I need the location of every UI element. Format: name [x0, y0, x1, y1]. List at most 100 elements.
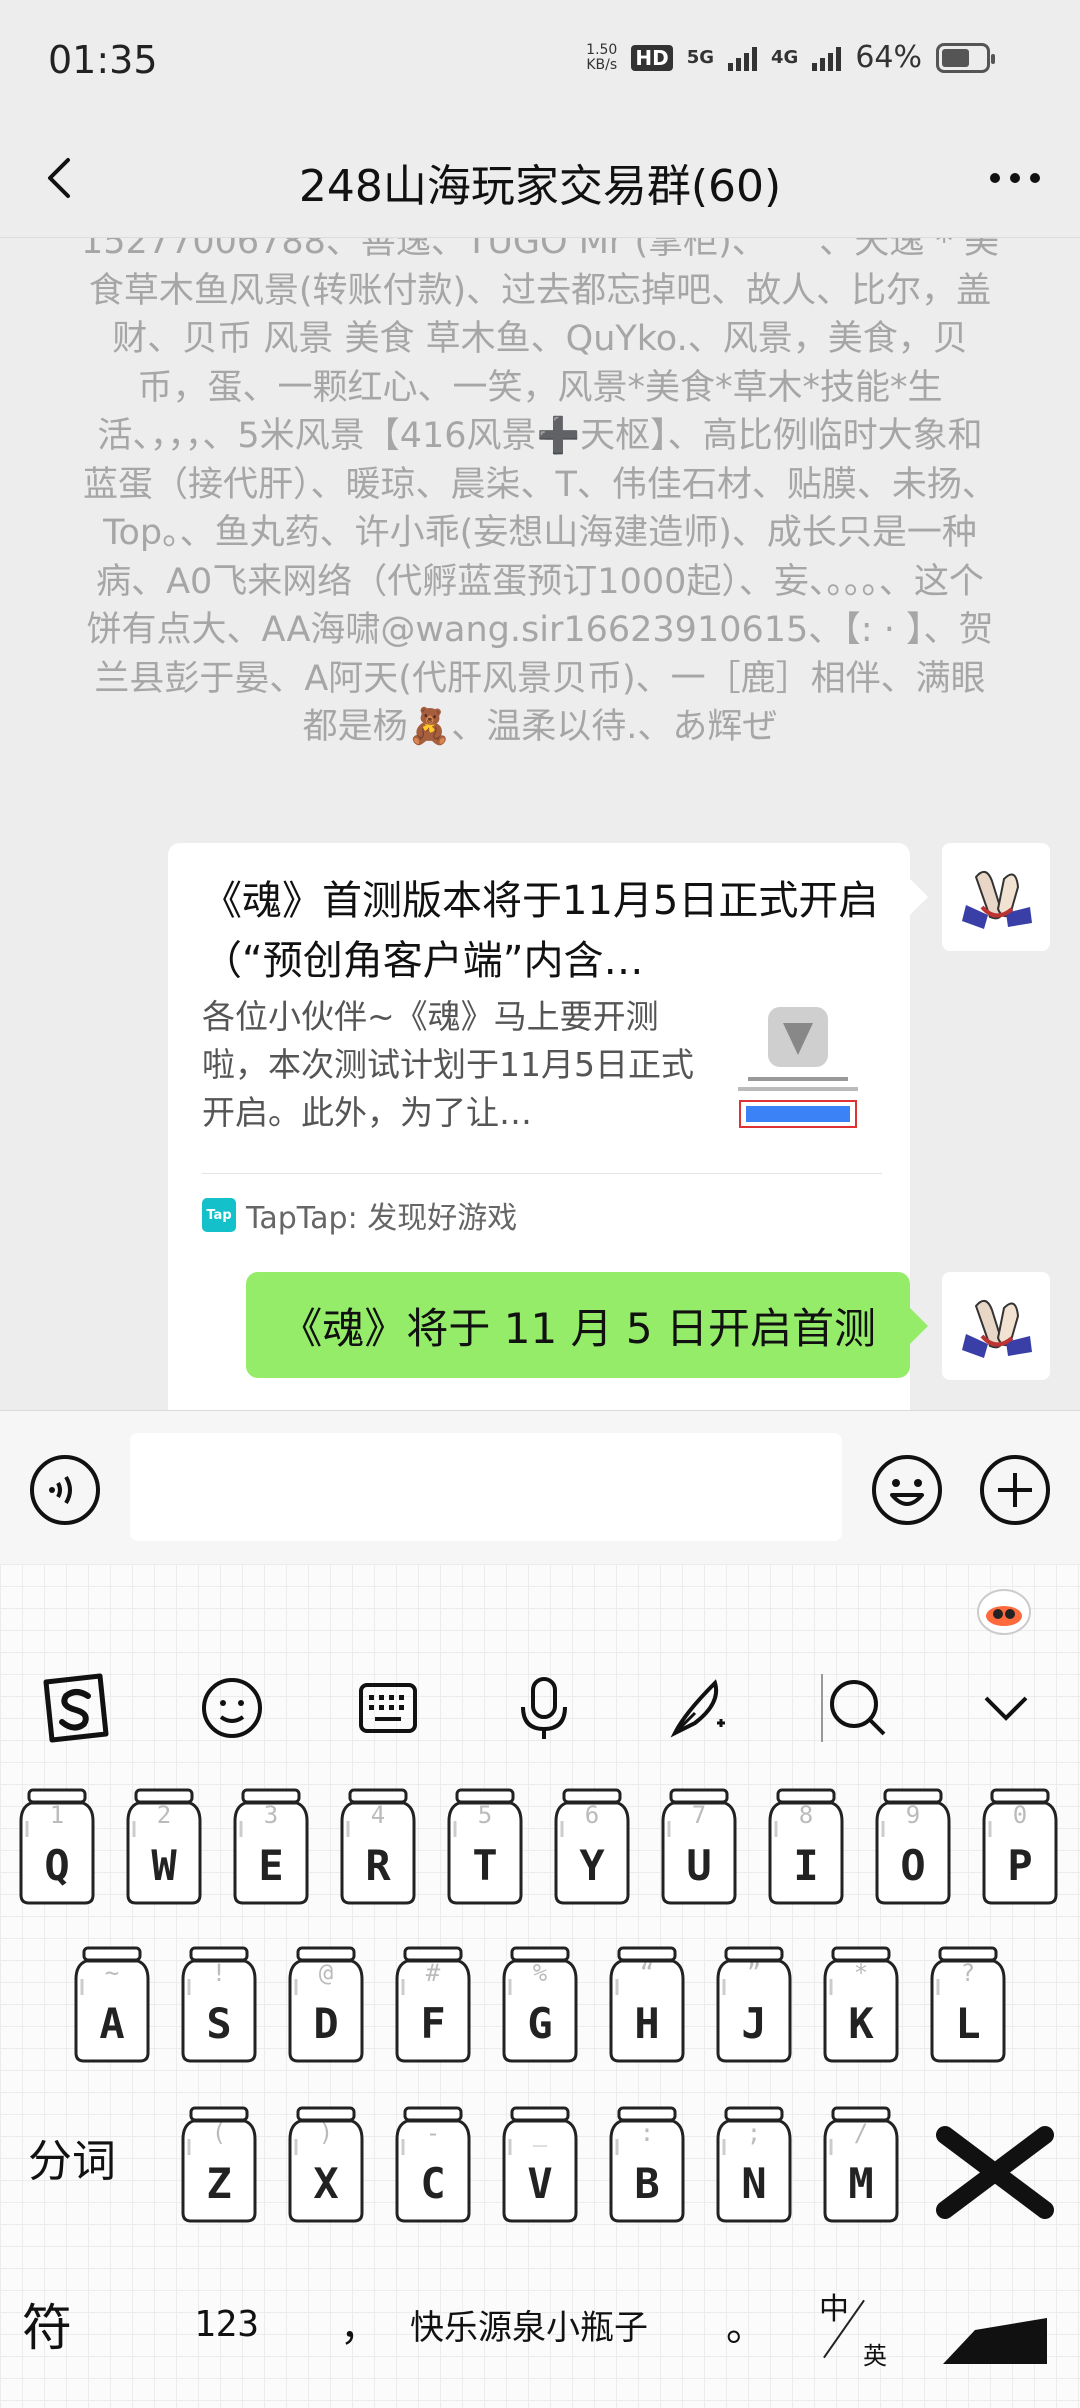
- search-icon[interactable]: [810, 1668, 890, 1748]
- speed-value: 1.50: [586, 41, 618, 58]
- voice-icon[interactable]: [28, 1453, 102, 1527]
- key-label: P: [1007, 1841, 1033, 1890]
- key-p[interactable]: 0P: [980, 1787, 1060, 1907]
- key-label: H: [634, 1999, 660, 2048]
- key-label: W: [151, 1841, 177, 1890]
- sogou-logo-icon[interactable]: [36, 1668, 116, 1748]
- key-secondary-label: *: [853, 1959, 869, 1987]
- key-label: Q: [44, 1841, 70, 1890]
- key-j[interactable]: ” J: [714, 1945, 794, 2065]
- network-speed: 1.50 KB/s: [586, 41, 618, 73]
- key-z[interactable]: (Z: [179, 2105, 259, 2225]
- key-label: G: [527, 1999, 553, 2048]
- key-label: D: [313, 1999, 339, 2048]
- segment-key[interactable]: 分词: [28, 2125, 116, 2189]
- key-o[interactable]: 9O: [873, 1787, 953, 1907]
- key-label: B: [634, 2159, 660, 2208]
- key-m[interactable]: / M: [821, 2105, 901, 2225]
- key-v[interactable]: _ V: [500, 2105, 580, 2225]
- more-dots-icon[interactable]: [980, 148, 1050, 208]
- key-q[interactable]: 1Q: [17, 1787, 97, 1907]
- avatar[interactable]: [942, 843, 1050, 951]
- emoji-icon[interactable]: [192, 1668, 272, 1748]
- key-label: V: [527, 2159, 553, 2208]
- key-label: M: [848, 2159, 874, 2208]
- enter-key-icon[interactable]: [935, 2310, 1055, 2370]
- key-label: E: [258, 1841, 284, 1890]
- keyboard-toolbar: [0, 1624, 1080, 1784]
- key-label: N: [741, 2159, 767, 2208]
- key-label: S: [206, 1999, 232, 2048]
- chat-area[interactable]: 15277006788、善逸、TUGO Mr (掌柜)、 、天逸 * 美食草木鱼…: [0, 238, 1080, 1410]
- key-secondary-label: @: [318, 1959, 334, 1987]
- clock: 01:35: [48, 38, 158, 82]
- key-d[interactable]: @ D: [286, 1945, 366, 2065]
- plus-icon[interactable]: [978, 1453, 1052, 1527]
- lang-zh: 中: [819, 2292, 849, 2327]
- number-key[interactable]: 123: [194, 2304, 259, 2345]
- key-y[interactable]: 6Y: [552, 1787, 632, 1907]
- collapse-chevron-icon[interactable]: [966, 1668, 1046, 1748]
- card-source-label: TapTap: 发现好游戏: [246, 1201, 518, 1236]
- key-f[interactable]: # F: [393, 1945, 473, 2065]
- key-w[interactable]: 2W: [124, 1787, 204, 1907]
- key-label: I: [793, 1841, 819, 1890]
- key-a[interactable]: ~ A: [72, 1945, 152, 2065]
- signal-icon-2: [812, 45, 842, 71]
- space-key[interactable]: 快乐源泉小瓶子: [410, 2300, 648, 2349]
- key-secondary-label: ”: [746, 1959, 762, 1987]
- key-secondary-label: ;: [746, 2119, 762, 2147]
- key-secondary-label: 8: [798, 1801, 814, 1829]
- key-l[interactable]: ? L: [928, 1945, 1008, 2065]
- period-key[interactable]: 。: [726, 2294, 766, 2352]
- key-k[interactable]: * K: [821, 1945, 901, 2065]
- key-secondary-label: _: [532, 2119, 548, 2147]
- key-n[interactable]: ; N: [714, 2105, 794, 2225]
- avatar[interactable]: [942, 1272, 1050, 1380]
- key-secondary-label: 5: [477, 1801, 493, 1829]
- key-label: J: [741, 1999, 767, 2048]
- key-e[interactable]: 3E: [231, 1787, 311, 1907]
- key-x[interactable]: ) X: [286, 2105, 366, 2225]
- key-t[interactable]: 5T: [445, 1787, 525, 1907]
- key-h[interactable]: “H: [607, 1945, 687, 2065]
- handwriting-icon[interactable]: [660, 1668, 740, 1748]
- key-b[interactable]: :B: [607, 2105, 687, 2225]
- card-thumbnail: [728, 1003, 868, 1143]
- symbol-key[interactable]: 符: [22, 2288, 72, 2360]
- key-label: Y: [579, 1841, 605, 1890]
- comma-key[interactable]: ，: [340, 2294, 380, 2352]
- taptap-logo-icon: Tap: [202, 1198, 236, 1232]
- sent-message-bubble[interactable]: 《魂》将于 11 月 5 日开启首测: [246, 1272, 928, 1378]
- battery-percent: 64%: [855, 40, 922, 75]
- speed-unit: KB/s: [586, 56, 618, 73]
- key-secondary-label: #: [425, 1959, 441, 1987]
- delete-key-icon[interactable]: [935, 2125, 1055, 2220]
- signal-icon: [728, 45, 757, 71]
- key-secondary-label: :: [639, 2119, 655, 2147]
- key-secondary-label: -: [425, 2119, 441, 2147]
- key-g[interactable]: % G: [500, 1945, 580, 2065]
- network-4g: 4G: [771, 47, 799, 68]
- emoji-icon[interactable]: [870, 1453, 944, 1527]
- language-switch-key[interactable]: 中 英: [815, 2284, 895, 2374]
- key-secondary-label: %: [532, 1959, 548, 1987]
- keyboard-icon[interactable]: [348, 1668, 428, 1748]
- key-secondary-label: 3: [263, 1801, 279, 1829]
- key-u[interactable]: 7U: [659, 1787, 739, 1907]
- microphone-icon[interactable]: [504, 1668, 584, 1748]
- card-description: 各位小伙伴~《魂》马上要开测啦，本次测试计划于11月5日正式开启。此外，为了让…: [202, 997, 694, 1132]
- keyboard-bottom-row: 符 123 ， 快乐源泉小瓶子 。 中 英: [0, 2270, 1080, 2408]
- key-r[interactable]: 4R: [338, 1787, 418, 1907]
- status-bar: 01:35 1.50 KB/s HD 5G 4G 64%: [0, 0, 1080, 120]
- key-c[interactable]: -C: [393, 2105, 473, 2225]
- card-title: 《魂》首测版本将于11月5日正式开启（“预创角客户端”内含…: [202, 878, 879, 984]
- message-input[interactable]: [130, 1433, 842, 1541]
- key-label: A: [99, 1999, 125, 2048]
- key-label: Z: [206, 2159, 232, 2208]
- key-label: K: [848, 1999, 874, 2048]
- key-i[interactable]: 8I: [766, 1787, 846, 1907]
- key-s[interactable]: ! S: [179, 1945, 259, 2065]
- message-input-bar: [0, 1410, 1080, 1564]
- key-secondary-label: 7: [691, 1801, 707, 1829]
